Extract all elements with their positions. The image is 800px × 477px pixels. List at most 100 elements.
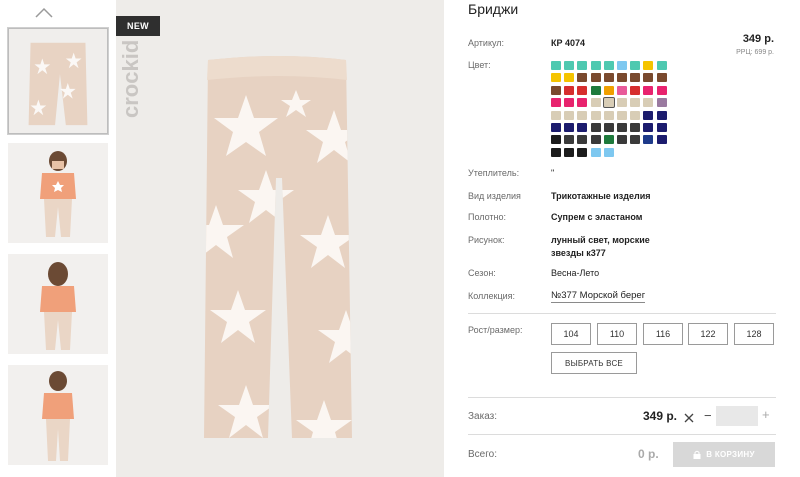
size-button-116[interactable]: 116 — [643, 323, 683, 345]
color-swatch[interactable] — [590, 85, 601, 95]
size-button-128[interactable]: 128 — [734, 323, 774, 345]
product-details: Бриджи Артикул: КР 4074 349 р. РРЦ: 699 … — [468, 0, 800, 477]
color-swatch[interactable] — [656, 85, 667, 95]
thumbnail-model-side[interactable] — [8, 365, 108, 465]
total-price: 0 р. — [638, 447, 659, 461]
color-swatch[interactable] — [551, 135, 561, 145]
color-swatch[interactable] — [656, 122, 667, 132]
color-swatch[interactable] — [577, 122, 588, 132]
color-swatch[interactable] — [602, 97, 615, 109]
color-swatch[interactable] — [564, 61, 575, 70]
color-swatch[interactable] — [603, 61, 614, 70]
color-swatch[interactable] — [630, 98, 641, 108]
color-swatch[interactable] — [616, 61, 627, 70]
color-swatch[interactable] — [656, 73, 667, 83]
color-swatch[interactable] — [590, 73, 601, 83]
color-swatch[interactable] — [564, 147, 575, 157]
color-swatch[interactable] — [630, 61, 641, 70]
color-swatch[interactable] — [616, 110, 627, 120]
color-swatch[interactable] — [643, 122, 654, 132]
color-swatch[interactable] — [551, 85, 561, 95]
color-swatch[interactable] — [551, 98, 561, 108]
color-swatch[interactable] — [590, 61, 601, 70]
color-swatch[interactable] — [603, 135, 614, 145]
color-swatch[interactable] — [656, 61, 667, 70]
increase-quantity-button[interactable]: + — [762, 407, 770, 422]
recommended-retail-price: РРЦ: 699 р. — [736, 49, 774, 56]
article-label: Артикул: — [468, 38, 505, 48]
color-swatch[interactable] — [603, 147, 614, 157]
color-swatch[interactable] — [590, 122, 601, 132]
color-swatch[interactable] — [603, 110, 614, 120]
color-swatch[interactable] — [643, 110, 654, 120]
product-title: Бриджи — [468, 1, 519, 17]
color-swatch[interactable] — [564, 110, 575, 120]
color-swatch[interactable] — [656, 110, 667, 120]
color-swatch[interactable] — [564, 98, 575, 108]
color-swatch[interactable] — [564, 122, 575, 132]
pants-image — [204, 56, 352, 438]
times-icon — [684, 413, 694, 423]
color-swatch[interactable] — [564, 85, 575, 95]
size-button-122[interactable]: 122 — [688, 323, 728, 345]
color-swatch[interactable] — [590, 147, 601, 157]
color-swatch[interactable] — [564, 73, 575, 83]
color-swatch[interactable] — [656, 135, 667, 145]
thumbnail-model-back[interactable] — [8, 254, 108, 354]
color-swatch[interactable] — [630, 110, 641, 120]
thumbnail-pants[interactable] — [8, 28, 108, 134]
quantity-input[interactable] — [716, 406, 758, 426]
color-swatch[interactable] — [643, 135, 654, 145]
color-swatch[interactable] — [551, 147, 561, 157]
color-swatch[interactable] — [577, 61, 588, 70]
color-swatch[interactable] — [616, 122, 627, 132]
add-to-cart-button[interactable]: В КОРЗИНУ — [673, 442, 775, 467]
color-swatch[interactable] — [577, 73, 588, 83]
size-button-104[interactable]: 104 — [551, 323, 591, 345]
color-swatch[interactable] — [577, 110, 588, 120]
color-swatch[interactable] — [551, 110, 561, 120]
divider — [468, 434, 776, 435]
color-swatch[interactable] — [656, 98, 667, 108]
color-swatch[interactable] — [616, 98, 627, 108]
color-swatch[interactable] — [616, 73, 627, 83]
color-label: Цвет: — [468, 60, 491, 70]
thumbnail-gallery — [0, 0, 116, 477]
color-swatch[interactable] — [603, 73, 614, 83]
chevron-up-icon[interactable] — [34, 6, 54, 18]
season-value: Весна-Лето — [551, 268, 600, 278]
color-swatch[interactable] — [551, 61, 561, 70]
color-swatch[interactable] — [577, 147, 588, 157]
decrease-quantity-button[interactable]: − — [704, 408, 712, 423]
color-swatch[interactable] — [643, 73, 654, 83]
color-swatch[interactable] — [603, 122, 614, 132]
pants-thumbnail-image — [9, 29, 107, 133]
color-swatch[interactable] — [630, 122, 641, 132]
insulation-label: Утеплитель: — [468, 168, 520, 178]
color-swatch[interactable] — [590, 110, 601, 120]
color-swatch[interactable] — [643, 61, 654, 70]
color-swatch[interactable] — [630, 85, 641, 95]
color-swatch[interactable] — [590, 98, 601, 108]
color-swatch[interactable] — [590, 135, 601, 145]
color-swatch[interactable] — [616, 85, 627, 95]
color-swatch[interactable] — [616, 135, 627, 145]
color-swatch[interactable] — [643, 98, 654, 108]
color-swatch[interactable] — [577, 85, 588, 95]
color-swatch[interactable] — [577, 98, 588, 108]
color-swatch[interactable] — [630, 73, 641, 83]
color-swatch[interactable] — [551, 122, 561, 132]
color-swatch[interactable] — [630, 135, 641, 145]
size-button-110[interactable]: 110 — [597, 323, 637, 345]
color-swatch[interactable] — [643, 85, 654, 95]
model-back-image — [8, 254, 108, 354]
color-swatch[interactable] — [603, 85, 614, 95]
price: 349 р. — [742, 33, 774, 45]
color-swatch[interactable] — [551, 73, 561, 83]
color-swatch[interactable] — [577, 135, 588, 145]
thumbnail-model-front[interactable] — [8, 143, 108, 243]
season-label: Сезон: — [468, 268, 496, 278]
collection-link[interactable]: №377 Морской берег — [551, 290, 646, 303]
select-all-button[interactable]: ВЫБРАТЬ ВСЕ — [551, 352, 637, 374]
color-swatch[interactable] — [564, 135, 575, 145]
